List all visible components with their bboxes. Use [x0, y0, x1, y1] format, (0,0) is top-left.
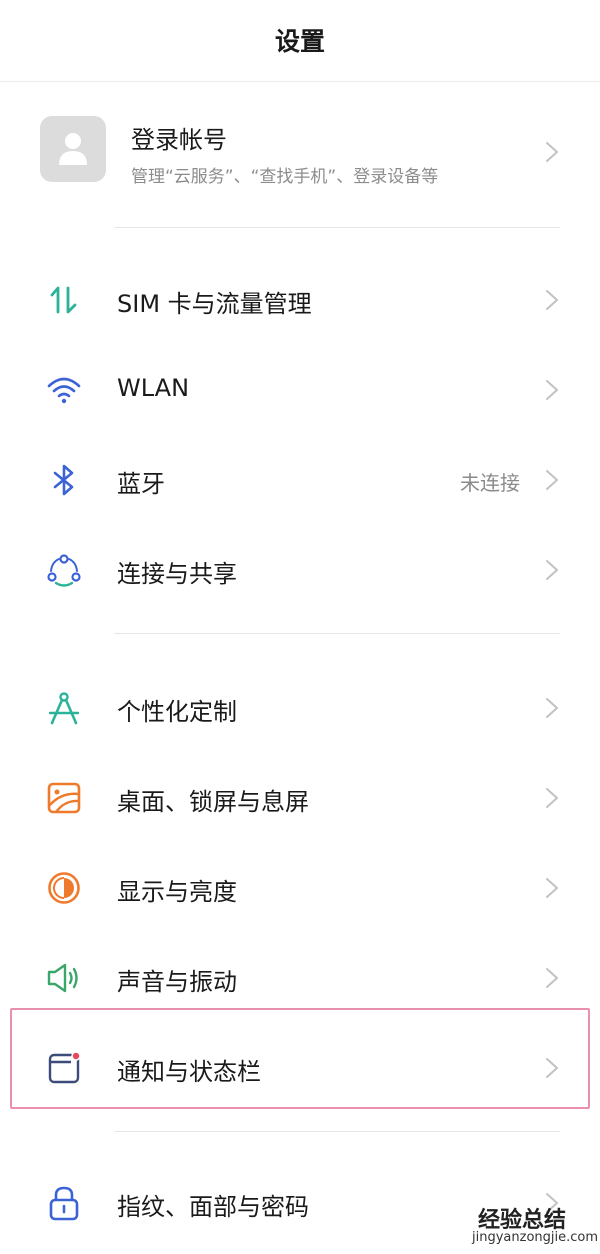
settings-item-label: 显示与亮度	[117, 878, 237, 906]
account-login-row[interactable]: 登录帐号 管理“云服务”、“查找手机”、登录设备等	[0, 100, 600, 204]
settings-item-label: 通知与状态栏	[117, 1058, 261, 1086]
chevron-right-icon	[546, 788, 558, 808]
settings-item-wlan[interactable]: WLAN	[0, 342, 600, 432]
chevron-right-icon	[546, 470, 558, 490]
account-subtitle: 管理“云服务”、“查找手机”、登录设备等	[131, 167, 439, 187]
settings-item-label: SIM 卡与流量管理	[117, 290, 312, 318]
bluetooth-status: 未连接	[460, 471, 520, 495]
settings-item-sim[interactable]: SIM 卡与流量管理	[0, 252, 600, 342]
compass-icon	[48, 692, 80, 725]
settings-item-label: 桌面、锁屏与息屏	[117, 788, 309, 816]
settings-item-connection-share[interactable]: 连接与共享	[0, 522, 600, 612]
avatar	[40, 116, 106, 182]
page-title: 设置	[274, 27, 325, 56]
divider	[114, 1131, 560, 1132]
settings-item-label: WLAN	[117, 374, 190, 402]
settings-item-label: 连接与共享	[117, 560, 237, 588]
watermark-domain: jingyanzongjie.com	[472, 1230, 599, 1245]
lock-icon	[49, 1186, 79, 1221]
chevron-right-icon	[546, 290, 558, 310]
divider	[114, 633, 560, 634]
wifi-icon	[47, 377, 81, 404]
chevron-right-icon	[546, 560, 558, 580]
speaker-icon	[47, 963, 78, 993]
chevron-right-icon	[546, 698, 558, 718]
chevron-right-icon	[546, 968, 558, 988]
notification-icon	[48, 1051, 81, 1084]
brightness-icon	[48, 872, 80, 904]
data-transfer-icon	[50, 286, 77, 314]
settings-item-label: 指纹、面部与密码	[117, 1193, 309, 1221]
chevron-right-icon	[546, 1058, 558, 1078]
settings-item-label: 声音与振动	[117, 968, 237, 996]
user-icon	[59, 133, 87, 165]
settings-item-label: 蓝牙	[117, 470, 165, 498]
header-bar: 设置	[0, 0, 600, 82]
chevron-right-icon	[546, 380, 558, 400]
settings-item-sound-vibration[interactable]: 声音与振动	[0, 930, 600, 1020]
settings-item-display-brightness[interactable]: 显示与亮度	[0, 840, 600, 930]
settings-item-notification-statusbar[interactable]: 通知与状态栏	[0, 1020, 600, 1110]
settings-item-bluetooth[interactable]: 蓝牙 未连接	[0, 432, 600, 522]
watermark: 经验总结 jingyanzongjie.com	[466, 1200, 600, 1254]
divider	[114, 227, 560, 228]
settings-item-personalization[interactable]: 个性化定制	[0, 660, 600, 750]
account-name: 登录帐号	[131, 126, 227, 154]
chevron-right-icon	[546, 142, 558, 162]
bluetooth-icon	[53, 464, 74, 496]
wallpaper-icon	[47, 782, 81, 814]
settings-item-desktop-lockscreen[interactable]: 桌面、锁屏与息屏	[0, 750, 600, 840]
settings-item-label: 个性化定制	[117, 698, 237, 726]
chevron-right-icon	[546, 878, 558, 898]
connection-share-icon	[47, 554, 81, 587]
